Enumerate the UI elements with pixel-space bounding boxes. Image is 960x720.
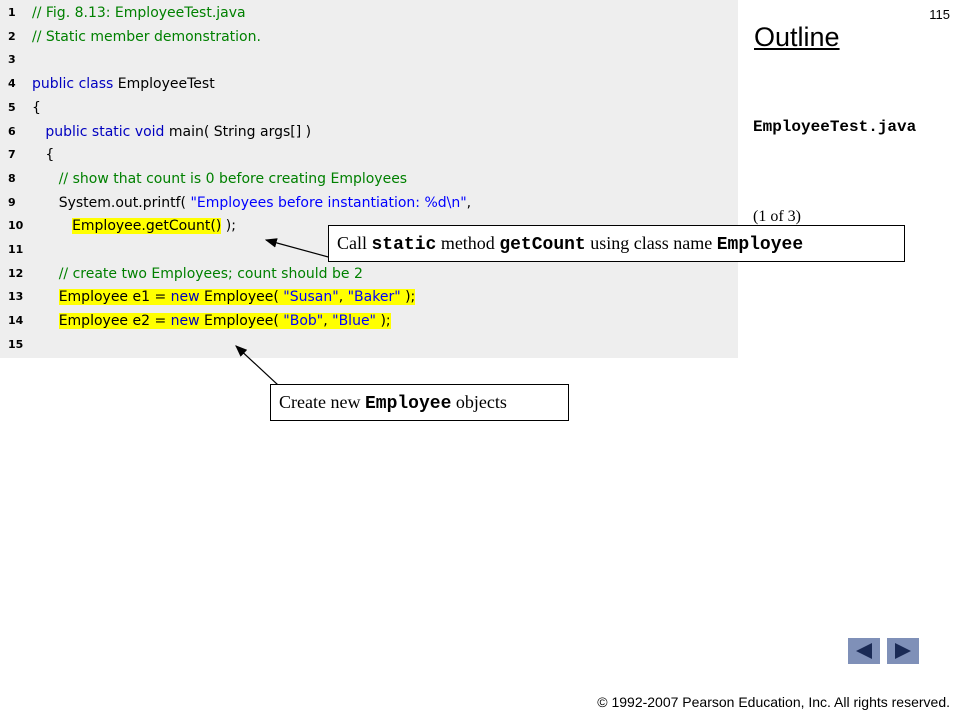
triangle-left-icon bbox=[856, 643, 872, 659]
arrow-to-employee-objects bbox=[235, 345, 279, 386]
previous-slide-button[interactable] bbox=[848, 638, 880, 664]
arrow-to-getcount bbox=[264, 238, 333, 259]
callout-call-static: Call static method getCount using class … bbox=[328, 225, 905, 262]
callout-create-objects: Create new Employee objects bbox=[270, 384, 569, 421]
callout-arrows bbox=[235, 238, 333, 386]
copyright-notice: © 1992-2007 Pearson Education, Inc. All … bbox=[597, 694, 950, 710]
next-slide-button[interactable] bbox=[887, 638, 919, 664]
triangle-right-icon bbox=[895, 643, 911, 659]
